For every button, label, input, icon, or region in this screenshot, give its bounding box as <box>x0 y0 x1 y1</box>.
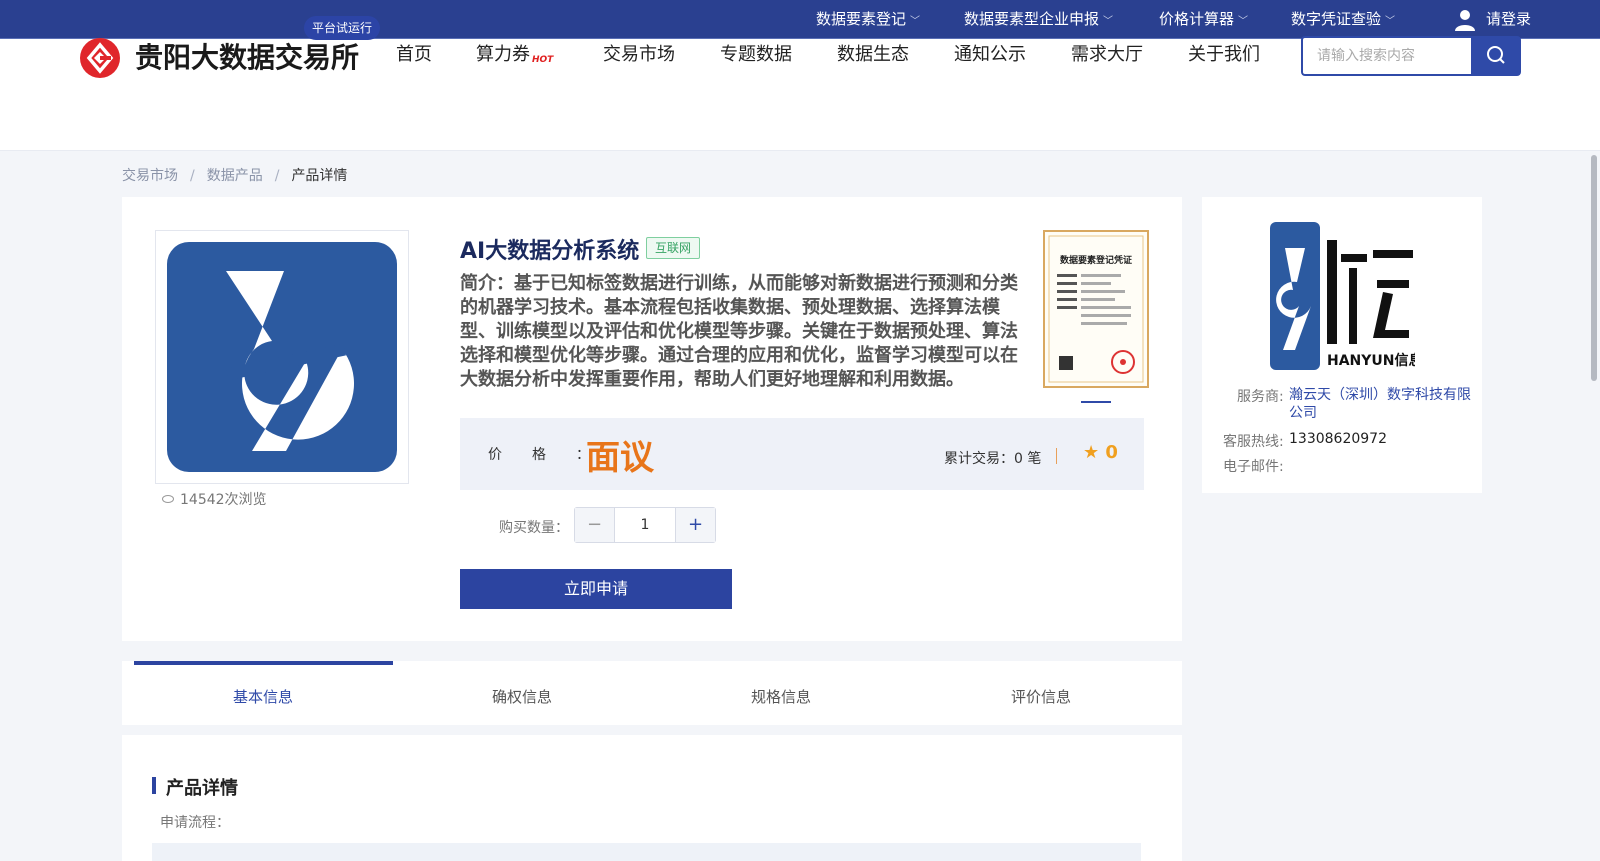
price-value: 面议 <box>586 438 654 478</box>
breadcrumb: 交易市场 / 数据产品 / 产品详情 <box>122 165 347 185</box>
section-title: 产品详情 <box>166 778 238 799</box>
hotline-label: 客服热线: <box>1223 434 1284 450</box>
hot-badge: HOT <box>532 55 554 65</box>
search-input[interactable]: 请输入搜索内容 <box>1301 36 1471 76</box>
top-utility-bar: 数据要素登记 ﹀ 数据要素型企业申报 ﹀ 价格计算器 ﹀ 数字凭证查验 ﹀ 请登录 <box>0 0 1600 39</box>
login-link[interactable]: 请登录 <box>1452 0 1531 39</box>
breadcrumb-trading-market[interactable]: 交易市场 <box>122 168 178 184</box>
seller-logo-text: HANYUN信息科技 <box>1327 352 1415 369</box>
quantity-decrement-button[interactable]: − <box>575 508 615 542</box>
hotline-value: 13308620972 <box>1289 431 1387 447</box>
chevron-down-icon: ﹀ <box>1238 16 1249 27</box>
scrollbar-thumb[interactable] <box>1591 155 1597 381</box>
product-intro: 简介：基于已知标签数据进行训练，从而能够对新数据进行预测和分类的机器学习技术。基… <box>460 273 1018 390</box>
breadcrumb-data-products[interactable]: 数据产品 <box>207 168 263 184</box>
active-tab-indicator <box>134 661 393 665</box>
tab-basic-info[interactable]: 基本信息 <box>233 686 293 707</box>
product-title: AI大数据分析系统 <box>460 239 640 264</box>
nav-home[interactable]: 首页 <box>396 40 432 66</box>
seller-logo: HANYUN信息科技 <box>1265 220 1451 376</box>
search-icon <box>1487 46 1505 64</box>
site-name[interactable]: 贵阳大数据交易所 <box>135 36 359 76</box>
chevron-down-icon: ﹀ <box>1385 16 1396 27</box>
chevron-down-icon: ﹀ <box>1103 16 1114 27</box>
quantity-input[interactable]: 1 <box>616 508 674 542</box>
nav-about-us[interactable]: 关于我们 <box>1188 40 1260 66</box>
search-button[interactable] <box>1471 36 1521 76</box>
exchange-logo-icon[interactable] <box>79 37 121 79</box>
nav-notices[interactable]: 通知公示 <box>954 40 1026 66</box>
nav-demand-hall[interactable]: 需求大厅 <box>1071 40 1143 66</box>
view-count: 14542次浏览 <box>162 489 267 509</box>
nav-compute-voucher[interactable]: 算力券 HOT <box>476 40 553 66</box>
rating: ★ 0 <box>1083 442 1118 463</box>
tab-rights-info[interactable]: 确权信息 <box>492 686 552 707</box>
certificate-title: 数据要素登记凭证 <box>1060 254 1132 266</box>
nav-trading-market[interactable]: 交易市场 <box>603 40 675 66</box>
apply-now-button[interactable]: 立即申请 <box>460 569 732 609</box>
user-icon <box>1452 7 1478 33</box>
section-marker <box>152 777 156 794</box>
topbar-link-certificate-check[interactable]: 数字凭证查验 ﹀ <box>1291 0 1395 39</box>
service-provider-link[interactable]: 瀚云天（深圳）数字科技有限公司 <box>1289 386 1475 422</box>
certificate-pager-indicator[interactable] <box>1081 401 1111 403</box>
nav-data-ecosystem[interactable]: 数据生态 <box>837 40 909 66</box>
nav-topic-data[interactable]: 专题数据 <box>720 40 792 66</box>
email-label: 电子邮件: <box>1223 459 1284 475</box>
trial-badge: 平台试运行 <box>304 16 381 40</box>
service-provider-label: 服务商: <box>1237 389 1284 405</box>
topbar-link-enterprise-declaration[interactable]: 数据要素型企业申报 ﹀ <box>964 0 1113 39</box>
process-label: 申请流程： <box>160 815 230 831</box>
trade-count: 累计交易：0 笔 <box>944 451 1042 467</box>
chevron-down-icon: ﹀ <box>910 16 921 27</box>
quantity-label: 购买数量： <box>499 520 569 536</box>
category-tag: 互联网 <box>646 237 701 259</box>
topbar-link-price-calculator[interactable]: 价格计算器 ﹀ <box>1159 0 1248 39</box>
product-image <box>155 230 409 484</box>
breadcrumb-current: 产品详情 <box>291 168 348 184</box>
tab-review-info[interactable]: 评价信息 <box>1011 686 1071 707</box>
breadcrumb-separator: / <box>190 168 195 184</box>
eye-icon <box>162 495 174 503</box>
quantity-stepper: − 1 + <box>574 507 716 543</box>
breadcrumb-separator: / <box>274 168 280 184</box>
star-icon: ★ <box>1083 442 1100 463</box>
process-content-box <box>152 843 1141 861</box>
quantity-increment-button[interactable]: + <box>675 508 715 542</box>
tab-spec-info[interactable]: 规格信息 <box>751 686 811 707</box>
certificate-thumbnail[interactable]: 数据要素登记凭证 <box>1043 230 1149 388</box>
divider <box>1056 448 1057 464</box>
topbar-link-data-registration[interactable]: 数据要素登记 ﹀ <box>816 0 920 39</box>
